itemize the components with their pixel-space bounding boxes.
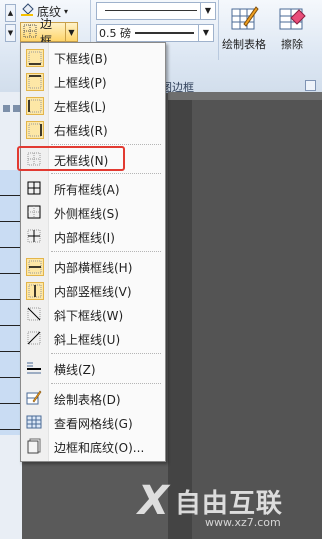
menu-item-label: 斜下框线(W) xyxy=(54,308,124,323)
draw-table-label: 绘制表格 xyxy=(222,38,266,51)
menu-item-outside-borders[interactable]: 外侧框线(S) xyxy=(22,202,164,224)
diagonal-down-border-icon xyxy=(26,306,44,324)
inside-borders-icon xyxy=(26,228,44,246)
menu-item-diagonal-down-border[interactable]: 斜下框线(W) xyxy=(22,304,164,326)
pen-style-select[interactable]: ▼ xyxy=(96,2,216,20)
menu-item-label: 右框线(R) xyxy=(54,123,108,138)
pen-weight-select[interactable]: 0.5 磅 ▼ xyxy=(96,24,214,42)
menu-item-inside-horizontal-border[interactable]: 内部横框线(H) xyxy=(22,256,164,278)
menu-item-inside-vertical-border[interactable]: 内部竖框线(V) xyxy=(22,280,164,302)
dialog-launcher-icon[interactable] xyxy=(305,80,316,91)
menu-item-label: 内部框线(I) xyxy=(54,230,115,245)
chevron-down-icon: ▼ xyxy=(198,24,213,42)
scroll-down-control[interactable]: ▼ xyxy=(5,24,16,42)
outside-borders-icon xyxy=(26,204,44,222)
horizontal-line-icon xyxy=(26,360,44,378)
inside-horizontal-border-icon xyxy=(26,258,44,276)
all-borders-icon xyxy=(26,180,44,198)
menu-item-label: 外侧框线(S) xyxy=(54,206,119,221)
watermark-url: www.xz7.com xyxy=(205,516,281,529)
menu-item-label: 查看网格线(G) xyxy=(54,416,133,431)
menu-item-horizontal-line[interactable]: 横线(Z) xyxy=(22,358,164,380)
pen-weight-value: 0.5 磅 xyxy=(99,27,131,40)
borders-dropdown-arrow[interactable]: ▼ xyxy=(65,23,77,41)
menu-item-view-gridlines[interactable]: 查看网格线(G) xyxy=(22,412,164,434)
pen-style-line xyxy=(105,10,197,11)
menu-item-label: 上框线(P) xyxy=(54,75,107,90)
highlight-annotation xyxy=(17,146,125,171)
top-border-icon xyxy=(26,73,44,91)
draw-table-button[interactable]: 绘制表格 xyxy=(218,4,270,56)
pen-weight-line xyxy=(135,32,194,34)
chevron-down-icon: ▼ xyxy=(200,3,215,19)
inside-vertical-border-icon xyxy=(26,282,44,300)
borders-and-shading-icon xyxy=(26,438,44,456)
left-border-icon xyxy=(26,97,44,115)
borders-button[interactable]: 边框 ▼ xyxy=(20,17,78,48)
diagonal-up-border-icon xyxy=(26,330,44,348)
menu-item-inside-borders[interactable]: 内部框线(I) xyxy=(22,226,164,248)
view-toggle-icon[interactable] xyxy=(13,105,20,112)
menu-separator xyxy=(51,353,161,355)
menu-item-label: 内部竖框线(V) xyxy=(54,284,132,299)
menu-separator xyxy=(51,383,161,385)
document-table-edge xyxy=(0,170,21,435)
draw-table-icon xyxy=(26,390,44,408)
menu-item-left-border[interactable]: 左框线(L) xyxy=(22,95,164,117)
menu-item-label: 左框线(L) xyxy=(54,99,107,114)
chevron-down-icon: ▾ xyxy=(64,6,69,16)
menu-item-right-border[interactable]: 右框线(R) xyxy=(22,119,164,141)
menu-item-label: 下框线(B) xyxy=(54,51,108,66)
menu-item-borders-and-shading[interactable]: 边框和底纹(O)... xyxy=(22,436,164,458)
borders-icon xyxy=(23,24,37,41)
x-logo-icon: X xyxy=(138,478,169,524)
bottom-border-icon xyxy=(26,49,44,67)
menu-item-label: 边框和底纹(O)... xyxy=(54,440,145,455)
menu-item-label: 斜上框线(U) xyxy=(54,332,121,347)
draw-table-icon xyxy=(229,4,259,32)
menu-item-label: 所有框线(A) xyxy=(54,182,120,197)
menu-separator xyxy=(51,173,161,175)
borders-dropdown-menu: 下框线(B) 上框线(P) 左框线(L) 右框线(R) 无框线(N) 所有框线(… xyxy=(20,42,166,462)
right-border-icon xyxy=(26,121,44,139)
paint-bucket-icon xyxy=(20,2,34,20)
workspace-panel xyxy=(192,100,322,539)
menu-item-diagonal-up-border[interactable]: 斜上框线(U) xyxy=(22,328,164,350)
menu-item-label: 绘制表格(D) xyxy=(54,392,121,407)
view-toggle-icon[interactable] xyxy=(3,105,10,112)
menu-item-bottom-border[interactable]: 下框线(B) xyxy=(22,47,164,69)
menu-separator xyxy=(51,251,161,253)
watermark-brand: 自由互联 xyxy=(174,488,283,519)
menu-item-all-borders[interactable]: 所有框线(A) xyxy=(22,178,164,200)
menu-item-draw-table[interactable]: 绘制表格(D) xyxy=(22,388,164,410)
view-gridlines-icon xyxy=(26,414,44,432)
workspace-shadow xyxy=(168,100,192,539)
eraser-button[interactable]: 擦除 xyxy=(266,4,318,56)
scroll-up-control[interactable]: ▲ xyxy=(5,4,16,22)
eraser-icon xyxy=(277,4,307,32)
menu-item-label: 横线(Z) xyxy=(54,362,96,377)
eraser-label: 擦除 xyxy=(281,38,303,51)
menu-item-label: 内部横框线(H) xyxy=(54,260,133,275)
menu-item-top-border[interactable]: 上框线(P) xyxy=(22,71,164,93)
